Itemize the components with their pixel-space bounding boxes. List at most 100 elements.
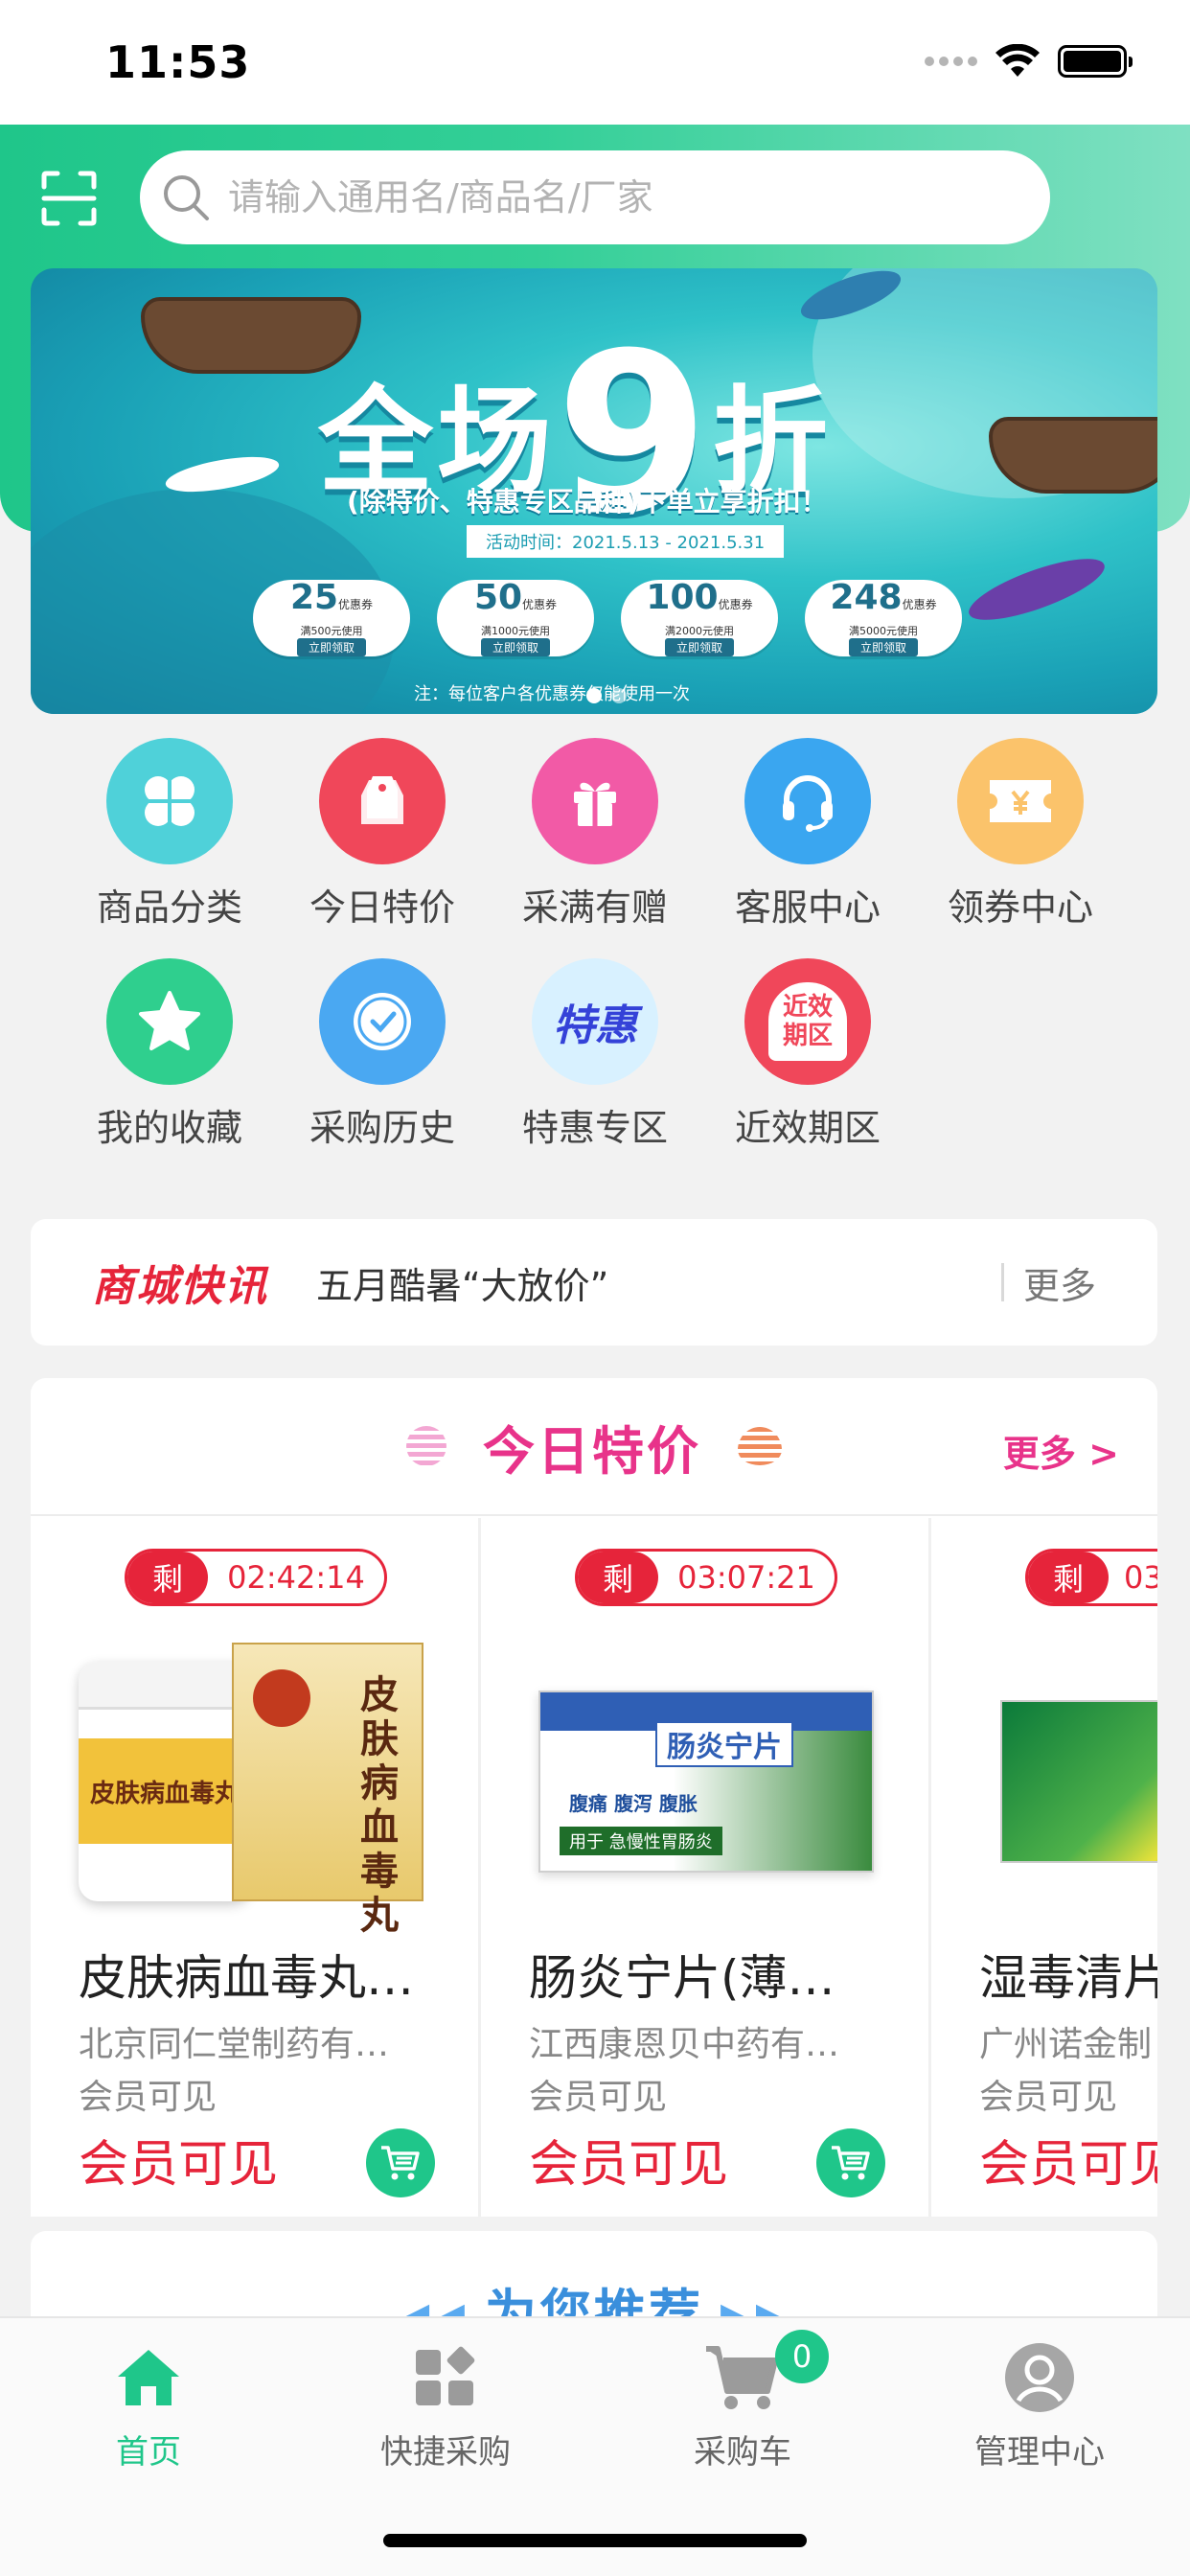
scan-icon[interactable] <box>40 170 98 227</box>
home-indicator[interactable] <box>383 2534 807 2547</box>
product-maker: 江西康恩贝中药有… <box>529 2025 840 2064</box>
countdown-timer: 剩 02:42:14 <box>125 1549 387 1606</box>
coupon-badge[interactable]: 248优惠券 满5000元使用 立即领取 <box>805 580 962 656</box>
coupon-condition: 满2000元使用 <box>665 625 734 637</box>
countdown-time: 02:42:14 <box>227 1559 365 1596</box>
coupon-claim: 立即领取 <box>296 638 366 656</box>
search-input[interactable] <box>228 176 995 218</box>
menu-item-service[interactable]: 客服中心 <box>712 738 904 931</box>
product-member-note: 会员可见 <box>979 2078 1118 2117</box>
coupon-amount: 100 <box>646 578 719 617</box>
countdown-label: 剩 <box>578 1552 658 1603</box>
tab-label: 采购车 <box>694 2433 791 2472</box>
user-icon <box>1001 2339 1078 2416</box>
menu-item-favorites[interactable]: 我的收藏 <box>74 958 265 1151</box>
banner-headline-number: 9 <box>556 307 714 563</box>
add-to-cart-button[interactable] <box>816 2128 885 2197</box>
divider <box>1000 1263 1004 1301</box>
news-more-link[interactable]: 更多 <box>1023 1256 1096 1309</box>
home-icon <box>110 2339 187 2416</box>
tab-label: 管理中心 <box>974 2433 1105 2472</box>
menu-label: 领券中心 <box>947 886 1093 929</box>
deals-title: 今日特价 <box>483 1420 701 1482</box>
quick-buy-icon <box>407 2339 484 2416</box>
near-expiry-icon-text: 近效期区 <box>782 993 833 1050</box>
countdown-label: 剩 <box>1028 1552 1109 1603</box>
coupon-amount: 248 <box>830 578 903 617</box>
product-bottle-label: 皮肤病血毒丸 <box>79 1738 251 1844</box>
menu-item-daily-deals[interactable]: 今日特价 <box>286 738 478 931</box>
status-time: 11:53 <box>105 36 251 88</box>
banner-date: 活动时间：2021.5.13 - 2021.5.31 <box>467 525 785 558</box>
coupon-amount: 50 <box>473 578 523 617</box>
tab-management[interactable]: 管理中心 <box>891 2339 1188 2472</box>
countdown-time: 03:07:21 <box>677 1559 815 1596</box>
news-logo: 商城快讯 <box>92 1262 268 1311</box>
cart-icon: 0 <box>704 2330 829 2416</box>
product-box-usage: 用于 急慢性胃肠炎 <box>560 1827 722 1855</box>
wifi-icon <box>995 44 1040 77</box>
boat-illustration <box>989 417 1157 494</box>
product-box-label: 皮肤病血毒丸 <box>360 1673 399 1938</box>
add-to-cart-button[interactable] <box>366 2128 435 2197</box>
product-name: 肠炎宁片(薄… <box>529 1950 835 2006</box>
menu-item-coupon-center[interactable]: 领券中心 <box>925 738 1116 931</box>
countdown-time: 03: <box>1124 1559 1157 1596</box>
menu-item-special-zone[interactable]: 特惠 特惠专区 <box>499 958 691 1151</box>
price-tag-icon <box>319 738 446 864</box>
product-name: 皮肤病血毒丸… <box>79 1950 414 2006</box>
menu-item-gift[interactable]: 采满有赠 <box>499 738 691 931</box>
countdown-label: 剩 <box>127 1552 208 1603</box>
news-headline[interactable]: 五月酷暑“大放价” <box>316 1256 1001 1309</box>
carousel-dots[interactable] <box>586 688 627 703</box>
menu-item-category[interactable]: 商品分类 <box>74 738 265 931</box>
banner-coupons: 25优惠券 满500元使用 立即领取 50优惠券 满1000元使用 立即领取 1… <box>253 580 962 656</box>
cart-icon <box>381 2146 420 2180</box>
tab-label: 首页 <box>116 2433 181 2472</box>
coupon-label: 优惠券 <box>718 598 753 611</box>
tab-home[interactable]: 首页 <box>0 2339 297 2472</box>
product-image: 皮肤病血毒丸 皮肤病血毒丸 <box>79 1643 443 1938</box>
search-bar[interactable] <box>140 150 1050 244</box>
gift-icon <box>532 738 658 864</box>
promo-banner[interactable]: 全场9折 (除特价、特惠专区品种)下单立享折扣！ 活动时间：2021.5.13 … <box>31 268 1157 714</box>
coupon-label: 优惠券 <box>338 598 374 611</box>
deal-card[interactable]: 剩 02:42:14 皮肤病血毒丸 皮肤病血毒丸 皮肤病血毒丸… 北京同仁堂制药… <box>31 1518 481 2217</box>
countdown-timer: 剩 03: <box>1025 1549 1157 1606</box>
coupon-badge[interactable]: 100优惠券 满2000元使用 立即领取 <box>621 580 778 656</box>
deal-card[interactable]: 剩 03: 湿毒清片 广州诺金制 会员可见 会员可见 <box>931 1518 1157 2217</box>
product-name: 湿毒清片 <box>979 1950 1157 2006</box>
tab-quick-buy[interactable]: 快捷采购 <box>297 2339 594 2472</box>
coupon-badge[interactable]: 50优惠券 满1000元使用 立即领取 <box>437 580 594 656</box>
product-price: 会员可见 <box>79 2136 279 2194</box>
menu-label: 特惠专区 <box>521 1107 668 1149</box>
countdown-timer: 剩 03:07:21 <box>575 1549 837 1606</box>
bell-icon: 近效期区 <box>744 958 871 1085</box>
deals-more-link[interactable]: 更多 > <box>1003 1424 1119 1477</box>
coupon-condition: 满5000元使用 <box>849 625 918 637</box>
coupon-badge[interactable]: 25优惠券 满500元使用 立即领取 <box>253 580 410 656</box>
deals-carousel[interactable]: 剩 02:42:14 皮肤病血毒丸 皮肤病血毒丸 皮肤病血毒丸… 北京同仁堂制药… <box>31 1518 1157 2217</box>
news-ticker[interactable]: 商城快讯 五月酷暑“大放价” 更多 <box>31 1219 1157 1346</box>
menu-label: 我的收藏 <box>96 1107 242 1149</box>
deal-card[interactable]: 剩 03:07:21 肠炎宁片 腹痛 腹泻 腹胀 用于 急慢性胃肠炎 肠炎宁片(… <box>481 1518 931 2217</box>
menu-label: 商品分类 <box>96 886 242 929</box>
special-offer-icon: 特惠 <box>532 958 658 1085</box>
banner-note: 注：每位客户各优惠券仅能使用一次 <box>414 684 690 704</box>
status-bar: 11:53 <box>0 0 1190 125</box>
tab-cart[interactable]: 0 采购车 <box>594 2330 891 2472</box>
deals-header: 今日特价 更多 > <box>31 1378 1157 1516</box>
grid-clover-icon <box>106 738 233 864</box>
menu-item-history[interactable]: 采购历史 <box>286 958 478 1151</box>
dolphin-illustration <box>962 546 1111 632</box>
signal-icon <box>925 57 977 66</box>
coupon-icon <box>957 738 1084 864</box>
search-icon <box>164 175 209 220</box>
product-maker: 北京同仁堂制药有… <box>79 2025 390 2064</box>
product-image <box>979 1643 1157 1920</box>
menu-label: 客服中心 <box>734 886 881 929</box>
coupon-label: 优惠券 <box>522 598 558 611</box>
coupon-claim: 立即领取 <box>848 638 918 656</box>
menu-item-near-expiry[interactable]: 近效期区 近效期区 <box>712 958 904 1151</box>
clock-icon <box>319 958 446 1085</box>
